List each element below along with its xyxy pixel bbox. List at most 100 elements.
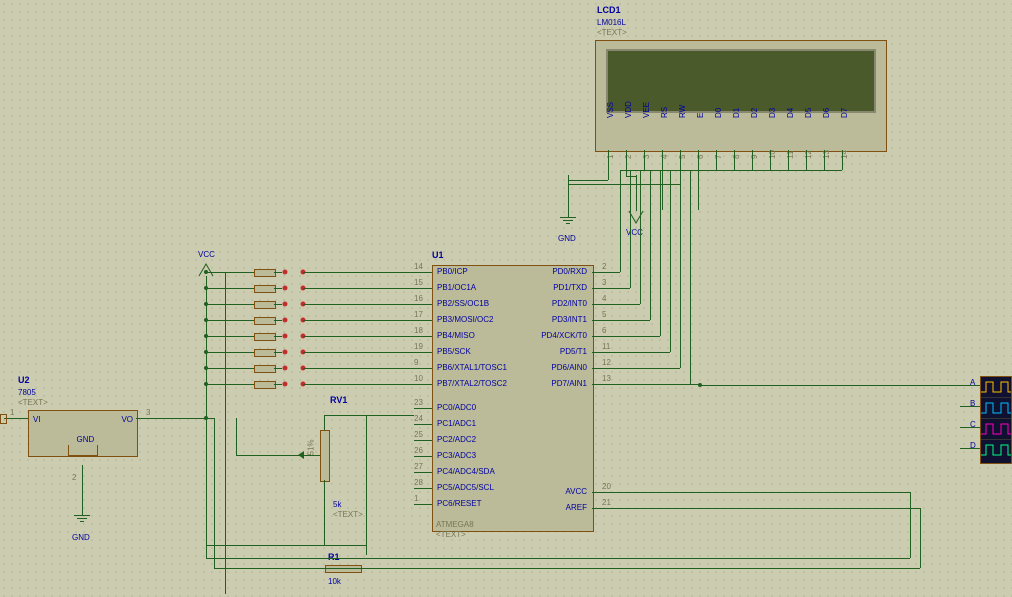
lcd-pin-name-11: D5 xyxy=(804,108,813,118)
wire-scope-d xyxy=(960,448,980,449)
scope-ch-d xyxy=(981,440,1011,460)
u1-left-name-13: PC5/ADC5/SCL xyxy=(437,483,494,492)
pd-h1-6 xyxy=(610,368,680,369)
u1-left-num-3: 17 xyxy=(414,310,423,319)
rv1-value: 5k xyxy=(333,500,341,509)
lcd-pin-stub-10 xyxy=(788,150,789,170)
bank-res-4[interactable] xyxy=(254,333,276,341)
bank-gnd-bus-1 xyxy=(225,288,226,304)
bank-btn-dot-l-3[interactable] xyxy=(283,318,288,323)
lcd-vdd-h xyxy=(626,176,636,177)
pd-h1-3 xyxy=(610,320,650,321)
pd-h1-5 xyxy=(610,352,670,353)
pd-h1-0 xyxy=(610,272,620,273)
lcd-pin-name-4: RW xyxy=(678,105,687,118)
bank-res-6[interactable] xyxy=(254,365,276,373)
bank-btn-dot-l-6[interactable] xyxy=(283,366,288,371)
bank-btn-dot-l-4[interactable] xyxy=(283,334,288,339)
u1-left-num-10: 25 xyxy=(414,430,423,439)
wire-scope-b xyxy=(960,406,980,407)
u2-vi: VI xyxy=(33,415,41,424)
oscilloscope[interactable] xyxy=(980,376,1012,464)
bank-wire-r-4 xyxy=(303,336,414,337)
r1-body[interactable] xyxy=(325,565,362,573)
wire-scope-c xyxy=(960,427,980,428)
aref-v xyxy=(920,508,921,568)
rv1-wiper-v xyxy=(236,418,237,455)
u1-left-stub-3 xyxy=(414,320,432,321)
lcd-component[interactable] xyxy=(595,40,887,152)
lcd-pin-stub-7 xyxy=(734,150,735,170)
u2-pin2: 2 xyxy=(72,473,76,482)
u1-ref: U1 xyxy=(432,250,444,260)
u1-right-stub-4 xyxy=(592,336,610,337)
bank-wire-l-0 xyxy=(206,272,254,273)
wire-lcd-gnd xyxy=(568,175,569,217)
lcd-e-v xyxy=(698,170,699,210)
bank-res-3[interactable] xyxy=(254,317,276,325)
u1-left-name-14: PC6/RESET xyxy=(437,499,481,508)
u1-right-stub-3 xyxy=(592,320,610,321)
u1-right-name-3: PD3/INT1 xyxy=(552,315,587,324)
lcd-part: LM016L xyxy=(597,18,626,27)
u1-left-stub-13 xyxy=(414,488,432,489)
bank-res-2[interactable] xyxy=(254,301,276,309)
terminal-u2-vi[interactable] xyxy=(0,414,7,424)
u1-left-name-11: PC3/ADC3 xyxy=(437,451,476,460)
bank-gnd-bus-4 xyxy=(225,336,226,352)
bank-gnd-bus-5 xyxy=(225,352,226,368)
aref-h xyxy=(610,508,920,509)
bank-res-5[interactable] xyxy=(254,349,276,357)
u1-right-name-0: PD0/RXD xyxy=(552,267,587,276)
rv1-body[interactable] xyxy=(320,430,330,482)
u1-right-name-5: PD5/T1 xyxy=(560,347,587,356)
wire-lcd-vcc xyxy=(636,175,637,211)
u1-right-num-8: 20 xyxy=(602,482,611,491)
u1-left-stub-1 xyxy=(414,288,432,289)
u1-right-stub-2 xyxy=(592,304,610,305)
lcd-pin-stub-3 xyxy=(662,150,663,170)
pc0-v xyxy=(366,415,367,555)
lcd-pin-name-0: VSS xyxy=(606,102,615,118)
bank-res-0[interactable] xyxy=(254,269,276,277)
u1-right-num-3: 5 xyxy=(602,310,606,319)
lcd-pin-stub-5 xyxy=(698,150,699,170)
bank-wire-l-5 xyxy=(206,352,254,353)
u1-right-stub-9 xyxy=(592,508,610,509)
bank-btn-dot-l-1[interactable] xyxy=(283,286,288,291)
u2-component[interactable]: VI VO GND xyxy=(28,410,138,457)
bank-wire-r-1 xyxy=(303,288,414,289)
pd-h2-7 xyxy=(690,170,842,171)
u1-left-num-12: 27 xyxy=(414,462,423,471)
u1-left-name-3: PB3/MOSI/OC2 xyxy=(437,315,493,324)
lcd-pin-name-5: E xyxy=(696,113,705,118)
bank-res-7[interactable] xyxy=(254,381,276,389)
lcd-pin-name-1: VDD xyxy=(624,101,633,118)
bank-wire-m-4 xyxy=(274,336,282,337)
u1-right-num-1: 3 xyxy=(602,278,606,287)
gnd-bar-lcd1 xyxy=(560,217,576,218)
bank-vcc-node-6 xyxy=(204,366,208,370)
u1-left-name-6: PB6/XTAL1/TOSC1 xyxy=(437,363,507,372)
scope-ch-b xyxy=(981,398,1011,419)
u1-right-stub-5 xyxy=(592,352,610,353)
lcd-pin-stub-11 xyxy=(806,150,807,170)
u1-textph: <TEXT> xyxy=(436,530,466,539)
bank-btn-dot-l-0[interactable] xyxy=(283,270,288,275)
wire-scope-a xyxy=(960,385,980,386)
u1-left-num-5: 19 xyxy=(414,342,423,351)
u1-right-name-9: AREF xyxy=(566,503,587,512)
u1-right-name-6: PD6/AIN0 xyxy=(551,363,587,372)
u1-left-stub-7 xyxy=(414,384,432,385)
lcd-pin-name-3: RS xyxy=(660,107,669,118)
bank-btn-dot-l-7[interactable] xyxy=(283,382,288,387)
u1-left-num-2: 16 xyxy=(414,294,423,303)
bank-res-1[interactable] xyxy=(254,285,276,293)
bank-gnd-bus-3 xyxy=(225,320,226,336)
vo-bus-down xyxy=(214,418,215,568)
u1-left-name-10: PC2/ADC2 xyxy=(437,435,476,444)
bank-btn-dot-l-2[interactable] xyxy=(283,302,288,307)
bank-btn-dot-l-5[interactable] xyxy=(283,350,288,355)
bank-vcc-node-5 xyxy=(204,350,208,354)
bank-wire-m-1 xyxy=(274,288,282,289)
